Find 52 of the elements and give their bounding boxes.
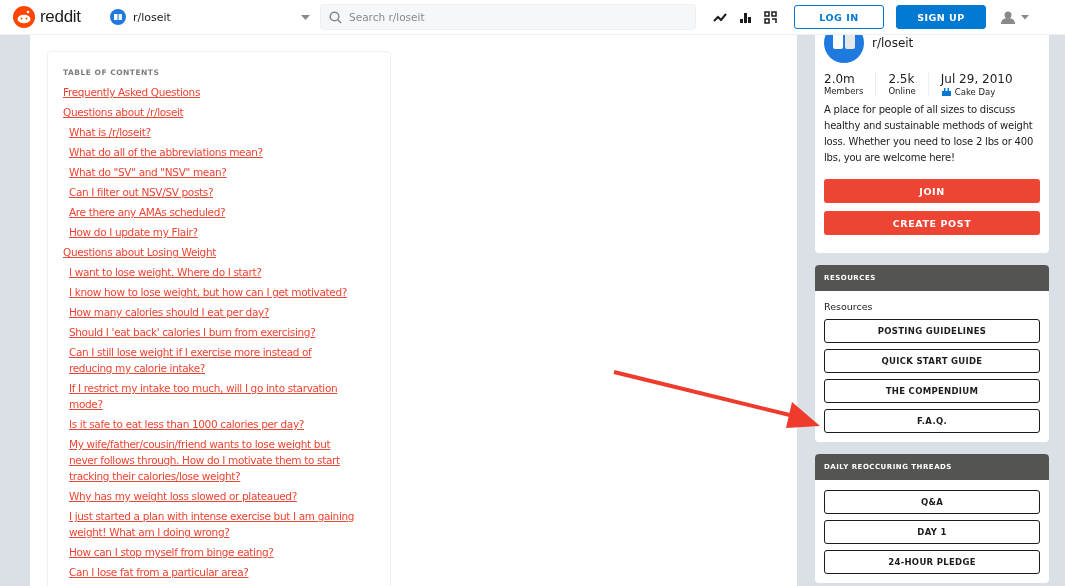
caret-icon: [301, 14, 310, 20]
link-button[interactable]: Q&A: [824, 490, 1040, 514]
create-post-button[interactable]: CREATE POST: [824, 211, 1040, 235]
stat-label: Members: [824, 86, 864, 96]
link-button[interactable]: POSTING GUIDELINES: [824, 319, 1040, 343]
toc-link[interactable]: How do I update my Flair?: [69, 224, 198, 240]
toc-link[interactable]: Why has my weight loss slowed or plateaued?: [69, 488, 297, 504]
link-button[interactable]: THE COMPENDIUM: [824, 379, 1040, 403]
log-in-button[interactable]: LOG IN: [794, 5, 884, 29]
toc-link[interactable]: Can I lose fat from a particular area?: [69, 564, 249, 580]
toc-link[interactable]: Is it safe to eat less than 1000 calories per day?: [69, 416, 305, 432]
toc-link[interactable]: What do all of the abbreviations mean?: [69, 144, 263, 160]
grid-icon[interactable]: [764, 10, 777, 24]
user-icon[interactable]: [1001, 10, 1015, 24]
toc-link[interactable]: Are there any AMAs scheduled?: [69, 204, 226, 220]
toc-link[interactable]: I want to lose weight. Where do I start?: [69, 264, 262, 280]
toc-link[interactable]: I just started a plan with intense exercise but I am gaining weight! What am I doing wrong?: [69, 508, 355, 540]
cake-icon: [940, 86, 952, 97]
toc-link[interactable]: I know how to lose weight, but how can I get motivated?: [69, 284, 347, 300]
community-avatar-icon: [110, 9, 126, 25]
link-button[interactable]: 24-HOUR PLEDGE: [824, 550, 1040, 574]
logo-wordmark[interactable]: reddit: [40, 7, 81, 27]
bar-chart-icon[interactable]: [739, 10, 752, 23]
widget-label: Resources: [824, 301, 874, 312]
community-selector[interactable]: r/loseit: [110, 3, 310, 31]
toc-link[interactable]: Can I still lose weight if I exercise more instead of reducing my calorie intake?: [69, 344, 355, 376]
sign-up-button[interactable]: SIGN UP: [896, 5, 986, 29]
link-button[interactable]: DAY 1: [824, 520, 1040, 544]
stat-value: 2.5k: [888, 72, 916, 86]
toc-link[interactable]: What is /r/loseit?: [69, 124, 151, 140]
link-button[interactable]: QUICK START GUIDE: [824, 349, 1040, 373]
toc-link[interactable]: Questions about Losing Weight: [63, 244, 216, 260]
link-button[interactable]: F.A.Q.: [824, 409, 1040, 433]
toc-link[interactable]: Can I filter out NSV/SV posts?: [69, 184, 214, 200]
search-field[interactable]: Search r/loseit: [320, 4, 696, 30]
stat-value: 2.0m: [824, 72, 856, 86]
toc-link[interactable]: What do "SV" and "NSV" mean?: [69, 164, 227, 180]
stat-value: Jul 29, 2010: [940, 72, 1013, 86]
toc-link[interactable]: If I restrict my intake too much, will I go into starvation mode?: [69, 380, 355, 412]
toc-link[interactable]: How many calories should I eat per day?: [69, 304, 270, 320]
toc-link[interactable]: Should I 'eat back' calories I burn from exercising?: [69, 324, 316, 340]
join-button[interactable]: JOIN: [824, 179, 1040, 203]
community-description: A place for people of all sizes to discuss healthy and sustainable methods of weight loss. Whether you need to lose 2 lbs or 400 lbs, you are welcome here!: [824, 103, 1035, 165]
stat-label: Online: [888, 86, 916, 96]
reddit-alien-logo-icon[interactable]: [13, 6, 35, 28]
toc-link[interactable]: How can I stop myself from binge eating?: [69, 544, 274, 560]
toc-link[interactable]: Frequently Asked Questions: [63, 84, 200, 100]
community-name: r/loseit: [872, 36, 914, 50]
toc-link[interactable]: My wife/father/cousin/friend wants to lose weight but never follows through. How do I motivate them to start tracking their calories/lose weight?: [69, 436, 355, 484]
stat-label: Cake Day: [954, 86, 996, 97]
toc-link[interactable]: Questions about /r/loseit: [63, 104, 184, 120]
caret-icon[interactable]: [1021, 14, 1029, 20]
